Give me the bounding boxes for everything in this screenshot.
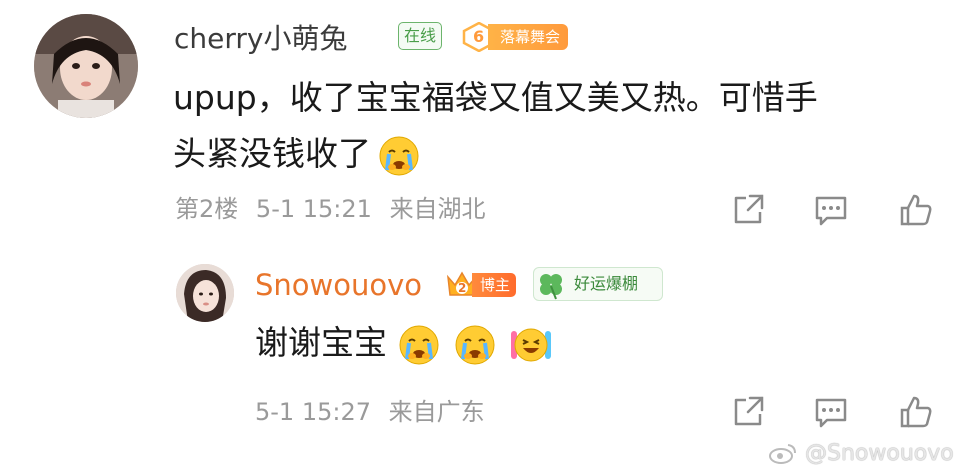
fan-group-label: 落幕舞会	[488, 24, 569, 50]
watermark-text: @Snowouovo	[805, 441, 954, 466]
like-icon[interactable]	[896, 392, 936, 432]
floor-number: 第2楼	[175, 195, 239, 223]
crying-emoji-icon	[399, 325, 439, 364]
like-icon[interactable]	[896, 190, 936, 230]
comment-meta: 第2楼 5-1 15:21 来自湖北	[175, 194, 486, 224]
reply-meta: 5-1 15:27 来自广东	[255, 397, 485, 427]
excited-emoji-icon	[511, 328, 551, 361]
commenter-username[interactable]: cherry小萌兔	[174, 22, 347, 56]
online-badge: 在线	[398, 22, 443, 50]
reply-text-content: 谢谢宝宝	[255, 323, 387, 362]
reply-timestamp: 5-1 15:27	[255, 398, 371, 426]
comment-location: 来自湖北	[389, 195, 486, 223]
watermark: @Snowouovo	[768, 440, 954, 468]
reply-location: 来自广东	[388, 398, 485, 426]
comment-text-line2-text: 头紧没钱收了	[173, 134, 371, 173]
crying-emoji-icon	[455, 325, 495, 364]
fan-level-number: 6	[473, 27, 485, 46]
weibo-logo-icon	[769, 444, 796, 464]
reply-avatar[interactable]	[176, 264, 234, 322]
reply-username[interactable]: Snowouovo	[255, 268, 422, 302]
comment-timestamp: 5-1 15:21	[255, 195, 372, 223]
comment-icon[interactable]	[811, 392, 851, 432]
host-level-number: 2	[458, 281, 467, 295]
comment-text-line1: upup，收了宝宝福袋又值又美又热。可惜手	[173, 78, 818, 117]
crying-emoji-icon	[379, 136, 419, 175]
host-label: 博主	[472, 273, 517, 297]
share-icon[interactable]	[728, 392, 768, 432]
luck-badge[interactable]: 好运爆棚	[533, 267, 663, 301]
commenter-avatar[interactable]	[34, 14, 138, 118]
comment-text-line2: 头紧没钱收了	[173, 126, 421, 182]
share-icon[interactable]	[728, 190, 768, 230]
luck-label: 好运爆棚	[574, 274, 639, 293]
clover-icon	[540, 274, 562, 300]
reply-text: 谢谢宝宝	[255, 315, 553, 371]
comment-icon[interactable]	[811, 190, 851, 230]
